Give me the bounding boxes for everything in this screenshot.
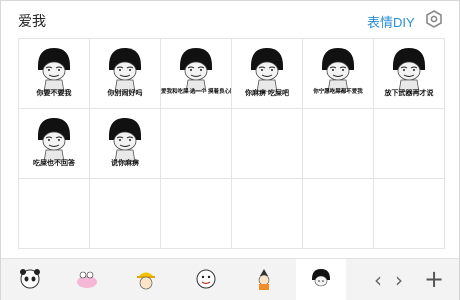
sticker-grid: 你要不要我 你别闹好吗 爱我和吃屎 选一个 摸着良心回答 你麻痹 吃屎吧 你宁愿吃屎都不… [18, 38, 445, 249]
mushroom-head-meme-image [38, 48, 70, 92]
empty-sticker-cell [374, 179, 445, 249]
next-page-button[interactable]: › [388, 267, 410, 293]
yellow-hat-sticker-icon [137, 272, 155, 290]
prev-page-button[interactable]: ‹ [367, 267, 389, 293]
sticker-pack-tab[interactable] [296, 259, 346, 300]
add-sticker-pack-button[interactable]: + [421, 265, 447, 293]
sticker-cell[interactable]: 你别闹好吗 [90, 39, 161, 109]
empty-sticker-cell [232, 109, 303, 179]
empty-sticker-cell [161, 109, 232, 179]
mushroom-head-sticker-icon [312, 269, 330, 287]
empty-sticker-cell [161, 179, 232, 249]
empty-sticker-cell [303, 179, 374, 249]
empty-sticker-cell [90, 179, 161, 249]
mushroom-head-meme-image [180, 48, 212, 92]
mushroom-head-meme-image [109, 48, 141, 92]
sticker-cell[interactable]: 你要不要我 [19, 39, 90, 109]
sticker-caption: 放下武器再才说 [384, 90, 434, 97]
sticker-cell[interactable]: 放下武器再才说 [374, 39, 445, 109]
package-title: 爱我 [18, 13, 46, 29]
sticker-pack-tabbar: ‹ › + [1, 258, 459, 300]
mushroom-head-meme-image [251, 48, 283, 92]
orange-character-sticker-icon [258, 269, 270, 290]
sticker-pack-tab[interactable] [121, 259, 171, 300]
sticker-cell[interactable]: 你麻痹 吃屎吧 [232, 39, 303, 109]
empty-sticker-cell [19, 179, 90, 249]
empty-sticker-cell [303, 109, 374, 179]
empty-sticker-cell [374, 109, 445, 179]
sticker-pack-tab[interactable] [62, 259, 112, 300]
sticker-cell[interactable]: 吃屎也不回答 [19, 109, 90, 179]
panda-sticker-icon [20, 269, 40, 289]
hexagon-settings-icon[interactable] [425, 10, 443, 28]
sticker-caption: 说你麻痹 [111, 160, 139, 167]
sticker-pack-tab[interactable] [181, 259, 231, 300]
mushroom-head-meme-image [393, 48, 425, 92]
sticker-caption: 爱我和吃屎 选一个 摸着良心回答 [161, 89, 231, 95]
mushroom-head-meme-image [38, 118, 70, 162]
empty-sticker-cell [232, 179, 303, 249]
emoji-panel: 爱我 表情DIY 你要不要我 你别闹好吗 爱我和吃屎 选一个 摸着良心回答 你麻痹 吃… [0, 0, 460, 300]
panel-header: 爱我 表情DIY [1, 1, 459, 37]
sticker-pack-tab[interactable] [5, 259, 55, 300]
emoji-diy-link[interactable]: 表情DIY [367, 12, 415, 31]
sticker-caption: 吃屎也不回答 [33, 160, 75, 167]
mushroom-head-meme-image [322, 48, 354, 92]
sticker-cell[interactable]: 你宁愿吃屎都不爱我 [303, 39, 374, 109]
face-sticker-icon [196, 269, 216, 289]
mushroom-head-meme-image [109, 118, 141, 162]
sticker-caption: 你麻痹 吃屎吧 [245, 90, 289, 97]
pink-cartoon-sticker-icon [77, 271, 97, 288]
sticker-caption: 你别闹好吗 [107, 90, 143, 97]
sticker-caption: 你要不要我 [36, 90, 72, 97]
sticker-caption: 你宁愿吃屎都不爱我 [313, 89, 363, 95]
sticker-cell[interactable]: 爱我和吃屎 选一个 摸着良心回答 [161, 39, 232, 109]
sticker-pack-tab[interactable] [239, 259, 289, 300]
sticker-cell[interactable]: 说你麻痹 [90, 109, 161, 179]
